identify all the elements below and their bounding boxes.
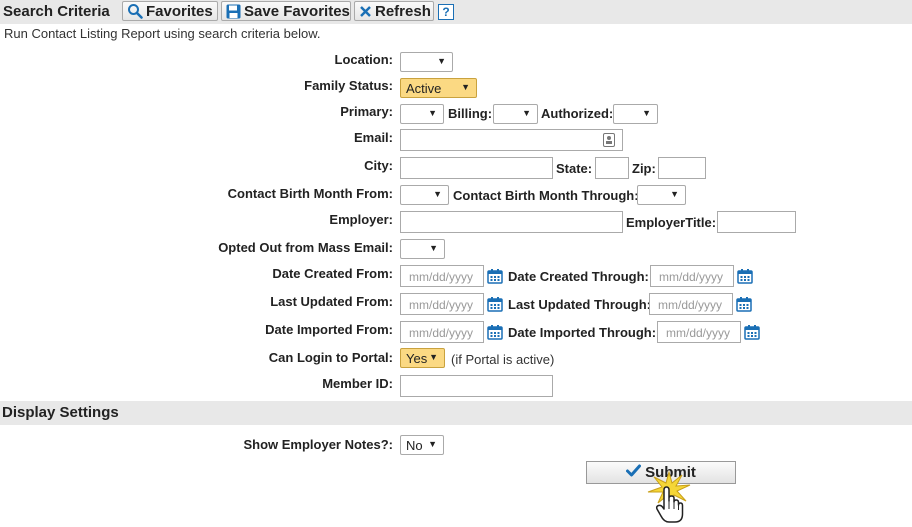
display-settings-header [0,401,912,425]
portal-note: (if Portal is active) [451,352,555,367]
birth-month-through-label: Contact Birth Month Through: [453,188,639,203]
chevron-down-icon: ▼ [429,243,438,253]
state-field[interactable] [595,157,629,179]
last-updated-from-placeholder: mm/dd/yyyy [409,298,474,312]
refresh-label: Refresh [375,2,431,20]
calendar-icon[interactable] [487,268,503,284]
show-employer-notes-select[interactable]: No ▼ [400,435,444,455]
chevron-down-icon: ▼ [437,56,446,66]
date-imported-from-label: Date Imported From: [265,322,393,337]
date-imported-from-field[interactable]: mm/dd/yyyy [400,321,484,343]
date-created-through-placeholder: mm/dd/yyyy [659,270,724,284]
authorized-select[interactable]: ▼ [613,104,658,124]
hand-cursor-icon [655,486,685,527]
show-employer-notes-label: Show Employer Notes?: [243,437,393,452]
email-label: Email: [353,130,393,145]
family-status-value: Active [406,81,442,96]
member-id-field[interactable] [400,375,553,397]
employer-title-label: EmployerTitle: [626,215,717,230]
chevron-down-icon: ▼ [461,82,470,92]
birth-month-from-select[interactable]: ▼ [400,185,449,205]
last-updated-through-placeholder: mm/dd/yyyy [658,298,723,312]
location-label: Location: [334,52,394,67]
date-imported-through-field[interactable]: mm/dd/yyyy [657,321,741,343]
authorized-label: Authorized: [541,106,614,121]
chevron-down-icon: ▼ [428,108,437,118]
date-created-from-field[interactable]: mm/dd/yyyy [400,265,484,287]
can-login-select[interactable]: Yes ▼ [400,348,445,368]
chevron-down-icon: ▼ [670,189,679,199]
date-imported-through-label: Date Imported Through: [508,325,657,340]
chevron-down-icon: ▼ [642,108,651,118]
state-label: State: [556,161,593,176]
show-employer-notes-value: No [406,438,423,453]
primary-select[interactable]: ▼ [400,104,444,124]
zip-label: Zip: [632,161,656,176]
last-updated-from-field[interactable]: mm/dd/yyyy [400,293,484,315]
family-status-label: Family Status: [304,78,393,93]
birth-month-through-select[interactable]: ▼ [637,185,686,205]
billing-label: Billing: [448,106,493,121]
contact-card-icon [603,133,615,150]
birth-month-from-label: Contact Birth Month From: [227,186,393,201]
email-field[interactable] [400,129,623,151]
chevron-down-icon: ▼ [522,108,531,118]
date-imported-through-placeholder: mm/dd/yyyy [666,326,731,340]
page-title: Search Criteria [3,3,110,20]
save-favorites-label: Save Favorites [244,2,350,20]
location-select[interactable]: ▼ [400,52,453,72]
chevron-down-icon: ▼ [433,189,442,199]
checkmark-icon [626,464,642,481]
calendar-icon[interactable] [737,268,753,284]
can-login-label: Can Login to Portal: [268,350,393,365]
report-description: Run Contact Listing Report using search … [4,26,321,41]
date-created-through-field[interactable]: mm/dd/yyyy [650,265,734,287]
favorites-label: Favorites [146,2,213,20]
calendar-icon[interactable] [487,324,503,340]
search-icon [127,3,143,19]
refresh-button[interactable]: Refresh [354,1,434,21]
employer-title-field[interactable] [717,211,796,233]
save-icon [226,4,241,19]
zip-field[interactable] [658,157,706,179]
date-created-through-label: Date Created Through: [508,269,649,284]
city-field[interactable] [400,157,553,179]
display-settings-title: Display Settings [2,404,119,421]
employer-field[interactable] [400,211,623,233]
last-updated-from-label: Last Updated From: [270,294,393,309]
opted-out-select[interactable]: ▼ [400,239,445,259]
help-icon[interactable]: ? [438,4,454,20]
calendar-icon[interactable] [744,324,760,340]
employer-label: Employer: [329,212,393,227]
chevron-down-icon: ▼ [428,439,437,449]
family-status-select[interactable]: Active ▼ [400,78,477,98]
primary-label: Primary: [340,104,393,119]
calendar-icon[interactable] [487,296,503,312]
date-created-from-label: Date Created From: [272,266,393,281]
last-updated-through-field[interactable]: mm/dd/yyyy [649,293,733,315]
save-favorites-button[interactable]: Save Favorites [221,1,351,21]
member-id-label: Member ID: [322,376,393,391]
close-x-icon [359,5,372,18]
opted-out-label: Opted Out from Mass Email: [218,240,393,255]
calendar-icon[interactable] [736,296,752,312]
chevron-down-icon: ▼ [429,352,438,362]
last-updated-through-label: Last Updated Through: [508,297,651,312]
can-login-value: Yes [406,351,428,366]
date-imported-from-placeholder: mm/dd/yyyy [409,326,474,340]
billing-select[interactable]: ▼ [493,104,538,124]
favorites-button[interactable]: Favorites [122,1,218,21]
date-created-from-placeholder: mm/dd/yyyy [409,270,474,284]
city-label: City: [364,158,393,173]
